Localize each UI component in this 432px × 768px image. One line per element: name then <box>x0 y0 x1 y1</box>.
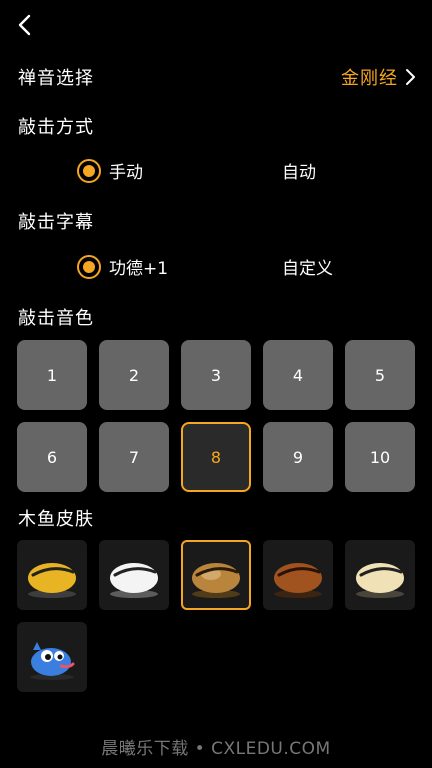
tone-option-4[interactable]: 4 <box>263 340 333 410</box>
radio-label: 自定义 <box>282 259 333 279</box>
tone-option-7[interactable]: 7 <box>99 422 169 492</box>
zen-selected-name: 金刚经 <box>341 68 398 89</box>
skin-option-gold[interactable] <box>17 540 87 610</box>
skin-option-bronze[interactable] <box>181 540 251 610</box>
strike-caption-options: 功德+1 自定义 <box>0 254 432 284</box>
white-wooden-fish-icon <box>110 563 158 598</box>
skin-option-white[interactable] <box>99 540 169 610</box>
chevron-right-icon <box>406 69 415 85</box>
radio-selected-icon <box>77 254 101 279</box>
radio-label: 自动 <box>282 163 316 183</box>
radio-selected-icon <box>77 158 101 183</box>
watermark-text: 晨曦乐下载 • CXLEDU.COM <box>101 739 331 759</box>
tone-option-10[interactable]: 10 <box>345 422 415 492</box>
blue-cartoon-fish-icon <box>30 642 75 680</box>
tone-grid: 1 2 3 4 5 6 7 8 9 10 <box>17 340 415 492</box>
zen-select-value[interactable]: 金刚经 <box>341 64 416 90</box>
tone-option-3[interactable]: 3 <box>181 340 251 410</box>
strike-caption-option-custom[interactable]: 自定义 <box>282 254 333 279</box>
back-button[interactable] <box>10 10 40 40</box>
radio-label: 手动 <box>109 163 143 183</box>
tone-option-9[interactable]: 9 <box>263 422 333 492</box>
tone-title: 敲击音色 <box>18 308 94 329</box>
tone-option-8[interactable]: 8 <box>181 422 251 492</box>
brown-wooden-fish-icon <box>274 563 322 598</box>
strike-caption-title: 敲击字幕 <box>18 212 94 233</box>
skin-title: 木鱼皮肤 <box>18 509 94 530</box>
strike-caption-option-merit[interactable]: 功德+1 <box>77 254 168 279</box>
chevron-left-icon <box>18 14 31 36</box>
skin-option-cream[interactable] <box>345 540 415 610</box>
cream-wooden-fish-icon <box>356 563 404 598</box>
bronze-wooden-fish-icon <box>192 563 240 598</box>
tone-option-5[interactable]: 5 <box>345 340 415 410</box>
strike-method-title: 敲击方式 <box>18 117 94 138</box>
zen-select-label: 禅音选择 <box>18 68 94 89</box>
gold-wooden-fish-icon <box>28 563 76 598</box>
strike-method-options: 手动 自动 <box>0 158 432 188</box>
tone-option-6[interactable]: 6 <box>17 422 87 492</box>
skin-grid <box>17 540 415 692</box>
zen-select-row[interactable]: 禅音选择 金刚经 <box>18 62 416 92</box>
strike-method-option-auto[interactable]: 自动 <box>282 158 316 183</box>
tone-option-2[interactable]: 2 <box>99 340 169 410</box>
skin-option-blue-cartoon[interactable] <box>17 622 87 692</box>
radio-label: 功德+1 <box>109 259 169 279</box>
skin-option-brown[interactable] <box>263 540 333 610</box>
strike-method-option-manual[interactable]: 手动 <box>77 158 143 183</box>
tone-option-1[interactable]: 1 <box>17 340 87 410</box>
